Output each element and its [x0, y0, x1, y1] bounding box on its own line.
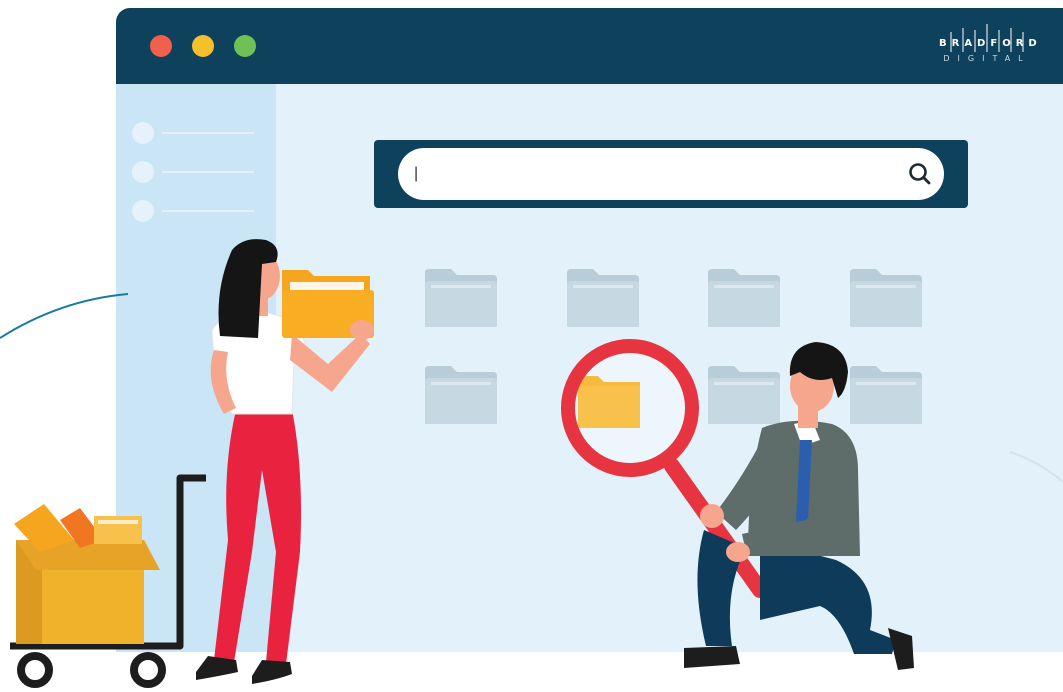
folder-icon[interactable] [848, 267, 924, 329]
folder-icon[interactable] [706, 267, 782, 329]
minimize-button[interactable] [192, 35, 214, 57]
maximize-button[interactable] [234, 35, 256, 57]
title-bar: BRADFORD DIGITAL [116, 8, 1063, 84]
sidebar-item-dot [132, 161, 154, 183]
search-icon [909, 163, 931, 185]
sidebar-item-line [162, 171, 254, 173]
close-button[interactable] [150, 35, 172, 57]
folder-icon[interactable] [706, 364, 782, 426]
folder-icon[interactable] [565, 267, 641, 329]
folder-icon[interactable] [848, 364, 924, 426]
search-button[interactable] [904, 158, 936, 190]
folder-icon[interactable] [423, 364, 499, 426]
brand-logo: BRADFORD DIGITAL [939, 22, 1042, 70]
sidebar-item-line [162, 210, 254, 212]
sidebar-item[interactable] [132, 200, 262, 222]
sidebar-item-dot [132, 122, 154, 144]
sidebar-item[interactable] [132, 161, 262, 183]
brand-name-bottom: DIGITAL [943, 54, 1031, 63]
sidebar-item-line [162, 132, 254, 134]
sidebar-item[interactable] [132, 122, 262, 144]
folder-icon[interactable] [423, 267, 499, 329]
search-input[interactable] [398, 148, 944, 200]
decorative-curve [0, 293, 129, 339]
sidebar-item-dot [132, 200, 154, 222]
search-bar [374, 140, 968, 208]
brand-name-top: BRADFORD [939, 38, 1042, 49]
